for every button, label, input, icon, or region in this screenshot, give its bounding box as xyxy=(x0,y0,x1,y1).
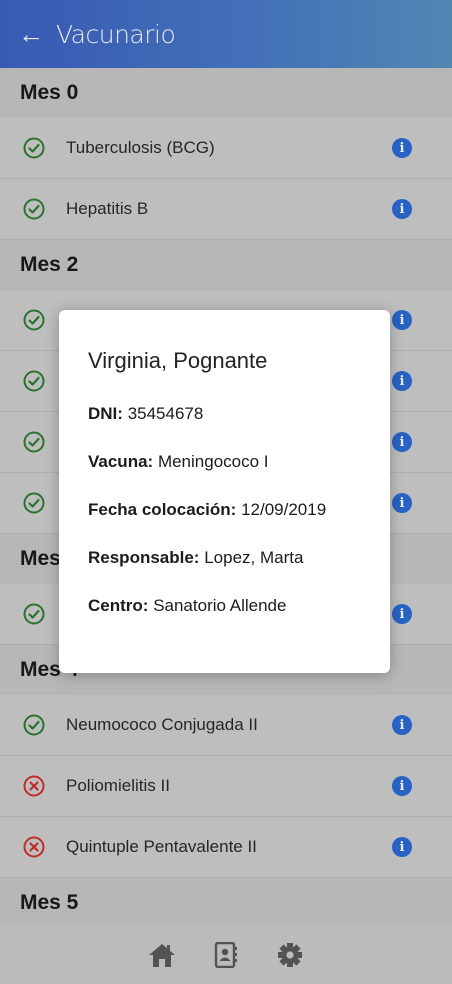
patient-name: Virginia, Pognante xyxy=(88,348,268,373)
dni-field: DNI: 35454678 xyxy=(88,404,204,423)
date-field: Fecha colocación: 12/09/2019 xyxy=(88,500,327,519)
vaccine-detail-dialog: Virginia, Pognante DNI: 35454678 Vacuna:… xyxy=(59,310,390,673)
vaccine-field: Vacuna: Meningococo I xyxy=(88,452,269,471)
responsible-field: Responsable: Lopez, Marta xyxy=(88,548,304,567)
center-field: Centro: Sanatorio Allende xyxy=(88,596,287,615)
